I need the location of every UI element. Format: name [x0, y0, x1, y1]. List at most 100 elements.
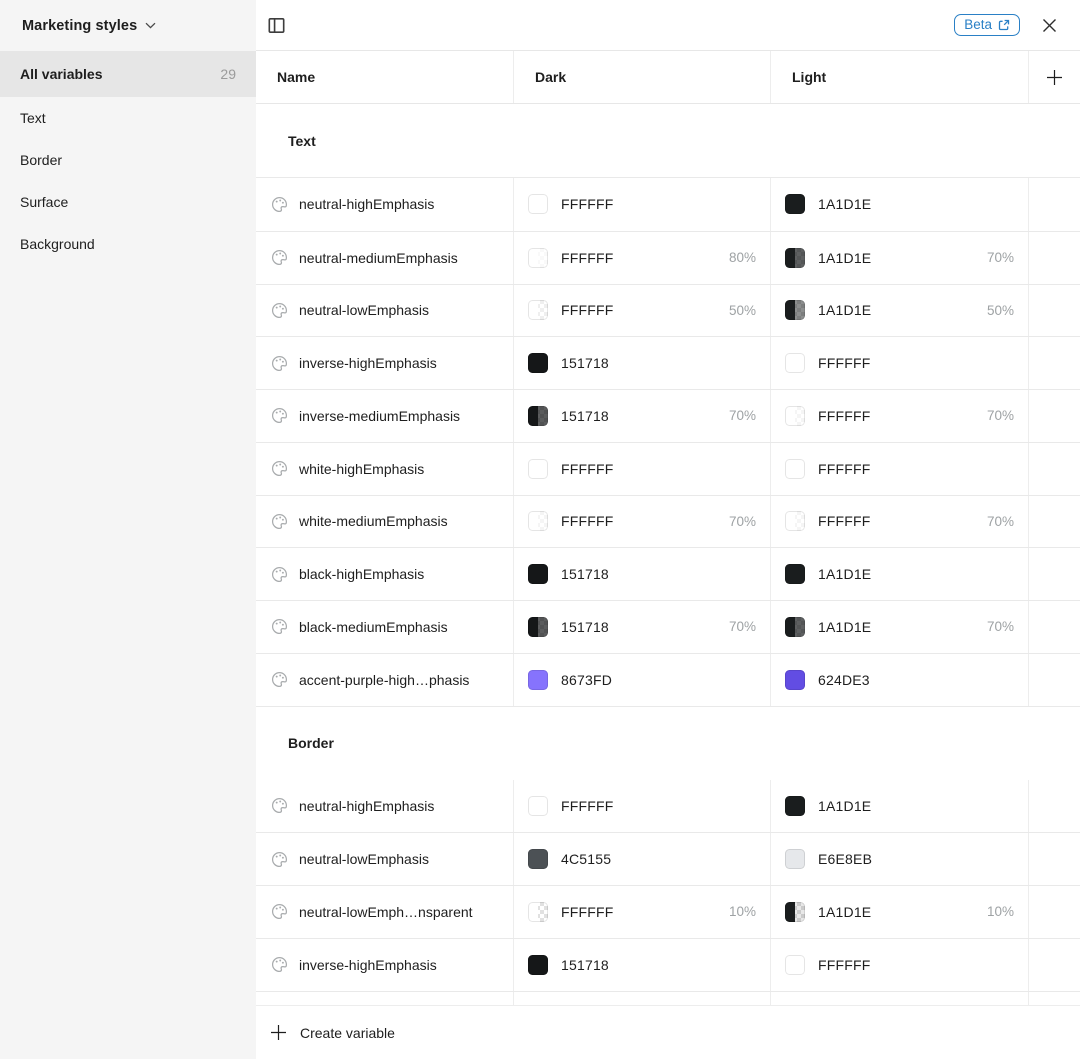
color-swatch[interactable] [528, 353, 548, 373]
color-swatch[interactable] [785, 796, 805, 816]
light-value-cell[interactable]: FFFFFF 70% [771, 390, 1029, 442]
color-swatch[interactable] [785, 849, 805, 869]
color-swatch[interactable] [528, 617, 548, 637]
light-value-cell[interactable]: FFFFFF [771, 443, 1029, 495]
light-value-cell[interactable]: 1A1D1E [771, 548, 1029, 600]
variable-name-cell[interactable]: white-highEmphasis [256, 443, 514, 495]
add-mode-button[interactable] [1029, 51, 1080, 103]
color-swatch[interactable] [528, 955, 548, 975]
light-value-cell[interactable]: 1A1D1E 50% [771, 285, 1029, 337]
variable-name-cell[interactable]: white-mediumEmphasis [256, 496, 514, 548]
dark-value-cell[interactable]: 8673FD [514, 654, 771, 706]
light-value-cell[interactable]: 1A1D1E [771, 780, 1029, 833]
sidebar-item-surface[interactable]: Surface [0, 181, 256, 223]
table-row[interactable]: neutral-highEmphasis FFFFFF 1A1D1E [256, 178, 1080, 231]
table-row[interactable]: accent-purple-high…phasis 8673FD 624DE3 [256, 653, 1080, 706]
dark-value-cell[interactable]: 151718 [514, 548, 771, 600]
sidebar-item-all-variables[interactable]: All variables 29 [0, 51, 256, 97]
beta-badge[interactable]: Beta [954, 14, 1020, 36]
color-swatch[interactable] [785, 248, 805, 268]
color-swatch[interactable] [528, 300, 548, 320]
variable-name-cell[interactable]: inverse-highEmphasis [256, 337, 514, 389]
sidebar-item-background[interactable]: Background [0, 223, 256, 265]
variable-name-cell[interactable]: neutral-lowEmphasis [256, 285, 514, 337]
table-row[interactable]: inverse-mediumEmphasis 151718 70% FFFFFF… [256, 389, 1080, 442]
light-value-cell[interactable]: 1A1D1E [771, 178, 1029, 231]
color-swatch[interactable] [528, 406, 548, 426]
variable-name-cell[interactable]: neutral-highEmphasis [256, 780, 514, 833]
dark-value-cell[interactable]: FFFFFF [514, 443, 771, 495]
dark-value-cell[interactable]: FFFFFF [514, 178, 771, 231]
color-swatch[interactable] [785, 955, 805, 975]
sidebar-item-border[interactable]: Border [0, 139, 256, 181]
light-value-cell[interactable]: 624DE3 [771, 654, 1029, 706]
dark-value-cell[interactable]: 151718 [514, 337, 771, 389]
table-row[interactable]: neutral-lowEmph…nsparent FFFFFF 10% 1A1D… [256, 885, 1080, 938]
variable-name-cell[interactable]: inverse-mediumEmphasis [256, 390, 514, 442]
table-row[interactable]: neutral-lowEmphasis FFFFFF 50% 1A1D1E 50… [256, 284, 1080, 337]
table-row[interactable]: neutral-lowEmphasis 4C5155 E6E8EB [256, 832, 1080, 885]
variable-name-cell[interactable]: neutral-highEmphasis [256, 178, 514, 231]
color-swatch[interactable] [785, 564, 805, 584]
variable-name-cell[interactable]: inverse-highEmphasis [256, 939, 514, 991]
color-swatch[interactable] [528, 670, 548, 690]
dark-value-cell[interactable]: FFFFFF 50% [514, 285, 771, 337]
extra-cell [1029, 390, 1080, 442]
dark-value-cell[interactable]: 151718 70% [514, 390, 771, 442]
dark-value-cell[interactable]: 4C5155 [514, 833, 771, 885]
color-swatch[interactable] [528, 849, 548, 869]
close-icon[interactable] [1036, 12, 1062, 38]
color-swatch[interactable] [785, 194, 805, 214]
color-swatch[interactable] [528, 796, 548, 816]
color-swatch[interactable] [785, 511, 805, 531]
table-row[interactable]: neutral-mediumEmphasis FFFFFF 80% 1A1D1E… [256, 231, 1080, 284]
variable-name-cell[interactable]: black-mediumEmphasis [256, 601, 514, 653]
sidebar-item-text[interactable]: Text [0, 97, 256, 139]
color-swatch[interactable] [785, 617, 805, 637]
dark-value-cell[interactable]: 151718 70% [514, 601, 771, 653]
color-swatch[interactable] [528, 902, 548, 922]
dark-value-cell[interactable]: 151718 [514, 939, 771, 991]
variable-name-cell[interactable]: neutral-mediumEmphasis [256, 232, 514, 284]
alpha-percent: 10% [987, 904, 1028, 919]
dark-value-cell[interactable]: FFFFFF 80% [514, 232, 771, 284]
palette-icon [271, 513, 288, 530]
create-variable-bar[interactable]: Create variable [256, 1005, 1080, 1059]
variable-name-cell[interactable]: neutral-lowEmph…nsparent [256, 886, 514, 938]
color-swatch[interactable] [785, 300, 805, 320]
color-swatch[interactable] [785, 459, 805, 479]
color-swatch[interactable] [528, 248, 548, 268]
light-value-cell[interactable]: FFFFFF [771, 939, 1029, 991]
light-value-cell[interactable]: 1A1D1E 70% [771, 232, 1029, 284]
light-value-cell[interactable]: FFFFFF 70% [771, 496, 1029, 548]
color-swatch[interactable] [785, 353, 805, 373]
toggle-sidebar-button[interactable] [263, 12, 289, 38]
collection-selector[interactable]: Marketing styles [0, 0, 256, 51]
dark-value-cell[interactable]: FFFFFF 70% [514, 496, 771, 548]
color-swatch[interactable] [528, 459, 548, 479]
variable-name-cell[interactable]: accent-purple-high…phasis [256, 654, 514, 706]
palette-icon [271, 249, 288, 266]
color-swatch[interactable] [785, 406, 805, 426]
light-value-cell[interactable]: 1A1D1E 70% [771, 601, 1029, 653]
table-row[interactable]: white-highEmphasis FFFFFF FFFFFF [256, 442, 1080, 495]
color-swatch[interactable] [528, 564, 548, 584]
color-swatch[interactable] [785, 670, 805, 690]
color-swatch[interactable] [528, 194, 548, 214]
table-row[interactable]: white-mediumEmphasis FFFFFF 70% FFFFFF 7… [256, 495, 1080, 548]
light-value-cell[interactable]: FFFFFF [771, 337, 1029, 389]
color-swatch[interactable] [785, 902, 805, 922]
light-value-cell[interactable]: 1A1D1E 10% [771, 886, 1029, 938]
hex-value: 151718 [561, 566, 609, 582]
table-row[interactable]: black-mediumEmphasis 151718 70% 1A1D1E 7… [256, 600, 1080, 653]
dark-value-cell[interactable]: FFFFFF 10% [514, 886, 771, 938]
table-row[interactable]: inverse-highEmphasis 151718 FFFFFF [256, 336, 1080, 389]
table-row[interactable]: inverse-highEmphasis 151718 FFFFFF [256, 938, 1080, 991]
table-row[interactable]: neutral-highEmphasis FFFFFF 1A1D1E [256, 780, 1080, 833]
dark-value-cell[interactable]: FFFFFF [514, 780, 771, 833]
table-row[interactable]: black-highEmphasis 151718 1A1D1E [256, 547, 1080, 600]
color-swatch[interactable] [528, 511, 548, 531]
variable-name-cell[interactable]: neutral-lowEmphasis [256, 833, 514, 885]
light-value-cell[interactable]: E6E8EB [771, 833, 1029, 885]
variable-name-cell[interactable]: black-highEmphasis [256, 548, 514, 600]
